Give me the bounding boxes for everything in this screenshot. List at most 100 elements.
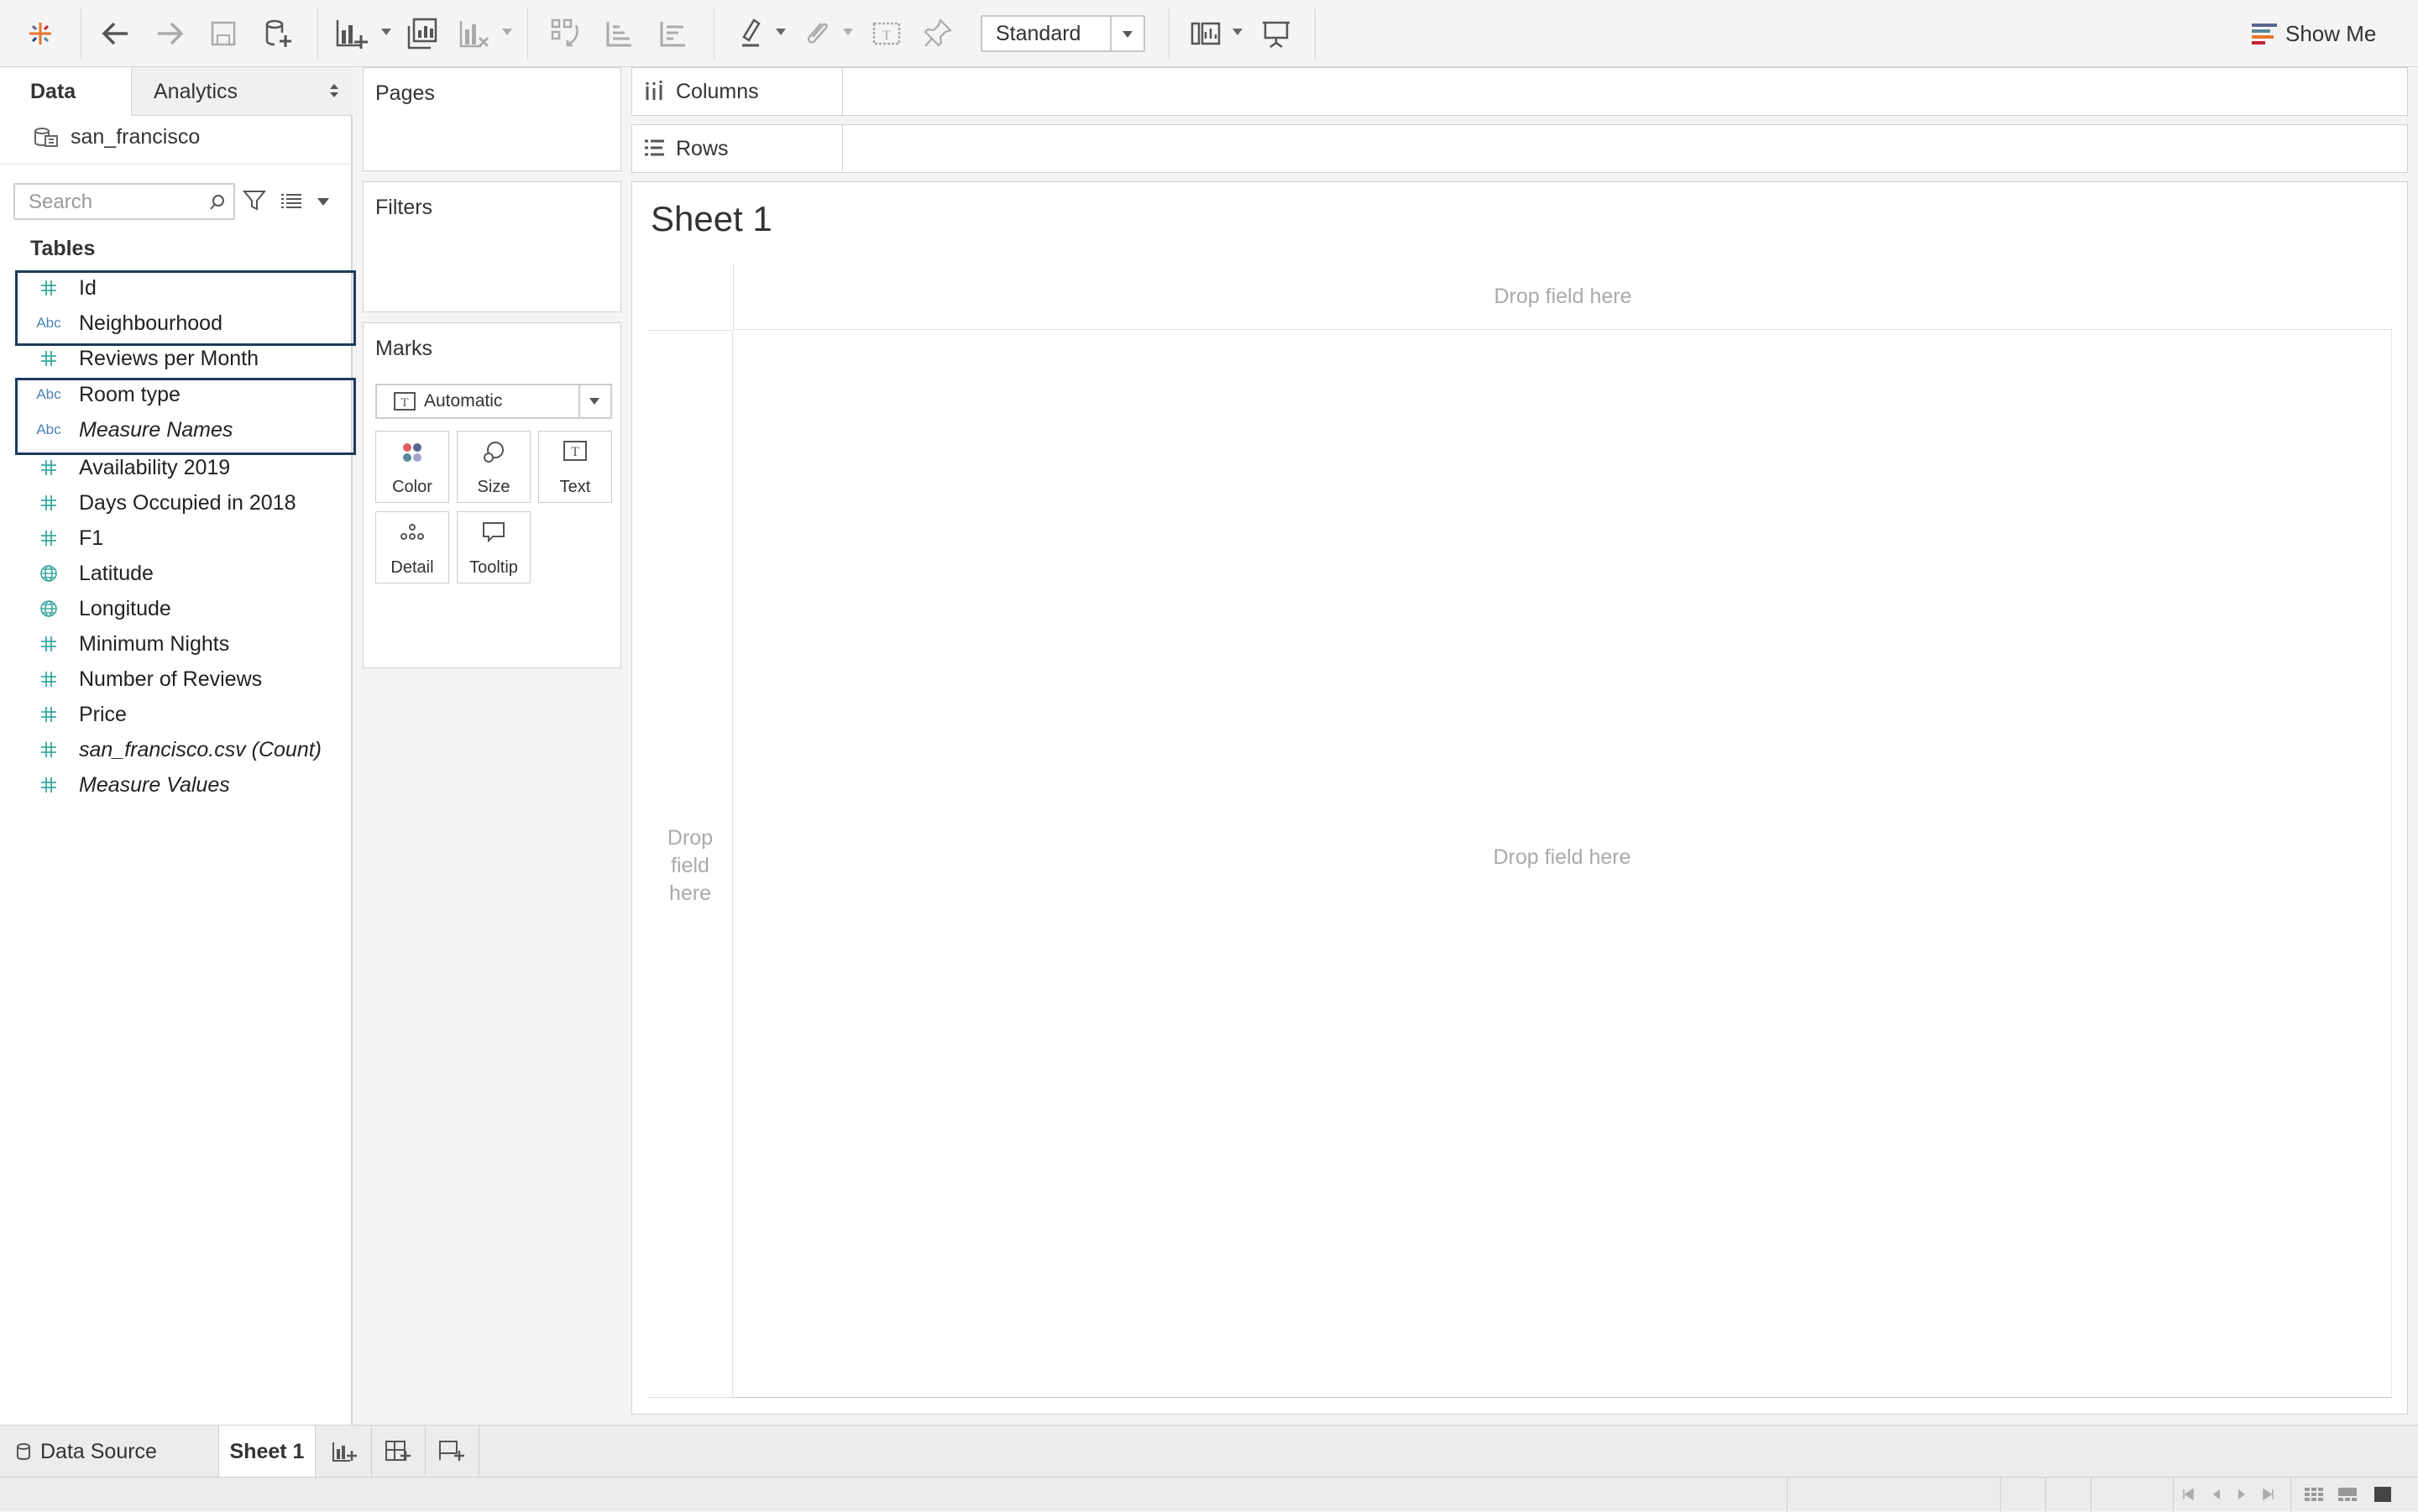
new-story-tab-icon[interactable] — [425, 1426, 479, 1477]
field-label: Measure Values — [79, 773, 230, 797]
highlight-dropdown-icon[interactable] — [776, 29, 786, 35]
number-type-icon — [34, 521, 64, 556]
fit-select[interactable]: Standard — [981, 15, 1145, 52]
show-cards-dropdown-icon[interactable] — [1233, 29, 1243, 35]
color-button[interactable]: Color — [375, 431, 449, 503]
field-item[interactable]: Longitude — [17, 591, 348, 626]
field-item[interactable]: Reviews per Month — [17, 341, 348, 376]
tab-sheet-1-label: Sheet 1 — [229, 1440, 305, 1463]
filters-card[interactable]: Filters — [363, 181, 621, 312]
columns-shelf[interactable]: Columns — [631, 67, 2408, 116]
field-label: san_francisco.csv (Count) — [79, 738, 322, 761]
field-item[interactable]: Abc Room type — [17, 377, 348, 412]
sort-ascending-icon[interactable] — [599, 13, 640, 54]
sheet-title[interactable]: Sheet 1 — [651, 199, 772, 239]
new-worksheet-icon[interactable] — [331, 13, 371, 54]
presentation-mode-icon[interactable] — [1256, 13, 1296, 54]
show-sheet-sorter-icon[interactable] — [2304, 1484, 2324, 1504]
field-item[interactable]: Abc Measure Names — [17, 412, 348, 447]
field-label: Measure Names — [79, 418, 233, 442]
size-icon — [484, 442, 504, 463]
show-filmstrip-icon[interactable] — [2337, 1484, 2358, 1504]
text-mark-icon: T — [394, 392, 416, 411]
columns-drop-zone[interactable]: Drop field here — [733, 263, 2392, 330]
status-bar — [0, 1477, 2418, 1512]
show-me-label: Show Me — [2285, 21, 2377, 46]
field-item[interactable]: Price — [17, 697, 348, 732]
field-item[interactable]: Availability 2019 — [17, 450, 348, 485]
clear-sheet-dropdown-icon[interactable] — [502, 29, 512, 35]
tab-analytics[interactable]: Analytics — [131, 67, 353, 116]
field-label: Latitude — [79, 562, 154, 585]
field-label: Availability 2019 — [79, 456, 231, 479]
tab-sheet-1[interactable]: Sheet 1 — [218, 1426, 316, 1477]
main-drop-zone[interactable]: Drop field here — [733, 330, 2392, 1398]
view-options-icon[interactable] — [279, 188, 304, 213]
show-tabs-icon[interactable] — [2373, 1484, 2393, 1504]
mark-type-value: Automatic — [424, 391, 503, 411]
fit-select-caret-icon[interactable] — [1110, 17, 1144, 50]
tableau-logo-icon[interactable] — [20, 13, 60, 54]
swap-rows-columns-icon[interactable] — [546, 13, 586, 54]
field-item[interactable]: F1 — [17, 521, 348, 556]
view-options-caret-icon[interactable] — [317, 198, 329, 206]
search-input[interactable] — [27, 186, 198, 218]
tooltip-button[interactable]: Tooltip — [457, 511, 531, 583]
rows-shelf[interactable]: Rows — [631, 124, 2408, 173]
datasource-item[interactable]: san_francisco — [0, 116, 353, 165]
new-worksheet-tab-icon[interactable] — [317, 1426, 372, 1477]
field-item[interactable]: Abc Neighbourhood — [17, 306, 348, 341]
filter-fields-icon[interactable] — [242, 188, 267, 213]
sort-descending-icon[interactable] — [653, 13, 693, 54]
next-sheet-icon[interactable] — [2232, 1484, 2252, 1504]
group-members-icon[interactable] — [796, 13, 836, 54]
pages-card[interactable]: Pages — [363, 67, 621, 171]
last-sheet-icon[interactable] — [2258, 1484, 2279, 1504]
save-icon[interactable] — [203, 13, 243, 54]
tooltip-icon — [483, 522, 505, 543]
field-item[interactable]: Measure Values — [17, 767, 348, 803]
size-label: Size — [477, 478, 510, 496]
field-item[interactable]: Minimum Nights — [17, 626, 348, 662]
search-field[interactable] — [13, 183, 235, 220]
highlight-icon[interactable] — [732, 13, 772, 54]
field-label: Price — [79, 703, 127, 726]
mark-type-caret-icon[interactable] — [578, 385, 610, 417]
field-item[interactable]: Id — [17, 270, 348, 306]
rows-drop-zone[interactable]: Drop field here — [647, 330, 733, 1398]
data-pane: Data Analytics san_francisco Tables Id Ab… — [0, 67, 356, 1425]
new-worksheet-dropdown-icon[interactable] — [381, 29, 391, 35]
field-item[interactable]: Number of Reviews — [17, 662, 348, 697]
show-mark-labels-icon[interactable]: T — [866, 13, 907, 54]
previous-sheet-icon[interactable] — [2206, 1484, 2227, 1504]
field-label: F1 — [79, 526, 104, 550]
datasource-name: san_francisco — [71, 125, 201, 149]
show-cards-icon[interactable] — [1187, 13, 1227, 54]
number-type-icon — [34, 485, 64, 521]
size-button[interactable]: Size — [457, 431, 531, 503]
field-item[interactable]: Days Occupied in 2018 — [17, 485, 348, 521]
redo-icon[interactable] — [149, 13, 190, 54]
new-data-source-icon[interactable] — [257, 13, 297, 54]
show-me-icon — [2252, 24, 2277, 44]
duplicate-sheet-icon[interactable] — [401, 13, 442, 54]
tab-data-source[interactable]: Data Source — [0, 1426, 217, 1477]
group-dropdown-icon[interactable] — [843, 29, 853, 35]
mark-type-select[interactable]: T Automatic — [375, 384, 612, 419]
show-me-button[interactable]: Show Me — [2242, 13, 2410, 54]
field-item[interactable]: san_francisco.csv (Count) — [17, 732, 348, 767]
fix-axes-pin-icon[interactable] — [919, 13, 959, 54]
new-dashboard-tab-icon[interactable] — [371, 1426, 426, 1477]
field-label: Neighbourhood — [79, 311, 222, 335]
text-button[interactable]: T Text — [538, 431, 612, 503]
pane-toggle-icon[interactable] — [329, 82, 339, 99]
first-sheet-icon[interactable] — [2178, 1484, 2198, 1504]
field-item[interactable]: Latitude — [17, 556, 348, 591]
tab-data[interactable]: Data — [0, 67, 131, 116]
color-icon — [403, 443, 421, 462]
undo-icon[interactable] — [96, 13, 136, 54]
field-label: Room type — [79, 383, 181, 406]
clear-sheet-icon[interactable] — [453, 13, 494, 54]
field-label: Number of Reviews — [79, 667, 263, 691]
detail-button[interactable]: Detail — [375, 511, 449, 583]
